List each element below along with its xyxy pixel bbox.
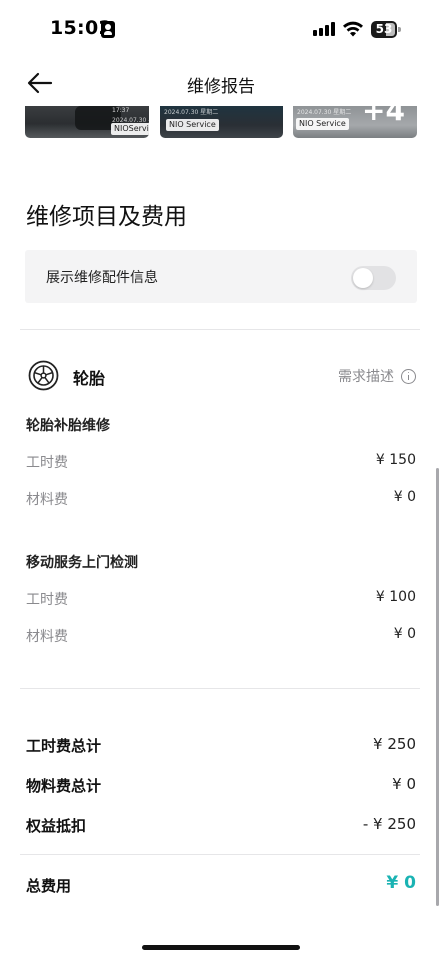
grand-total-label: 总费用 <box>26 877 72 895</box>
photo-thumbnail-strip: 17:37 2024.07.30 星期二 NIOService 2024.07.… <box>0 106 442 138</box>
thumbnail-date: 2024.07.30 星期二 <box>297 109 352 116</box>
toggle-knob <box>353 268 373 288</box>
thumbnail-badge: NIO Service <box>166 119 219 131</box>
contact-card-icon <box>101 21 115 38</box>
material-fee-label: 材料费 <box>26 629 68 645</box>
labor-total-label: 工时费总计 <box>26 737 102 755</box>
discount-label: 权益抵扣 <box>26 817 87 835</box>
labor-total-value: ¥ 250 <box>373 735 416 753</box>
grand-total-value: ¥ 0 <box>386 873 416 893</box>
thumbnail-date: 2024.07.30 星期二 <box>164 109 219 116</box>
category-title: 轮胎 <box>73 369 106 388</box>
demand-description-link[interactable]: 需求描述 <box>338 366 416 386</box>
repair-item-name: 移动服务上门检测 <box>26 555 138 571</box>
material-total-value: ¥ 0 <box>392 775 416 793</box>
info-icon <box>401 368 416 384</box>
material-fee-label: 材料费 <box>26 492 68 508</box>
photo-thumbnail[interactable]: 17:37 2024.07.30 星期二 NIOService <box>25 106 149 138</box>
discount-value: - ¥ 250 <box>362 815 416 833</box>
demand-description-label: 需求描述 <box>338 369 394 385</box>
page-title: 维修报告 <box>187 77 255 97</box>
material-total-label: 物料费总计 <box>26 777 102 795</box>
thumbnail-badge: NIOService <box>111 123 149 135</box>
section-title: 维修项目及费用 <box>26 204 187 230</box>
photo-thumbnail[interactable]: 2024.07.30 星期二 NIO Service +4 <box>293 106 417 138</box>
tire-icon <box>28 360 59 391</box>
wifi-icon <box>343 21 363 37</box>
more-photos-count: +4 <box>362 106 405 127</box>
divider <box>20 688 420 689</box>
cellular-signal-icon <box>313 22 337 36</box>
labor-fee-value: ¥ 100 <box>375 589 416 605</box>
battery-level: 53 <box>375 22 393 36</box>
thumbnail-time: 17:37 <box>112 107 130 114</box>
home-indicator[interactable] <box>142 945 300 950</box>
divider <box>20 329 420 330</box>
repair-item-name: 轮胎补胎维修 <box>26 418 110 434</box>
parts-info-toggle[interactable] <box>351 266 396 290</box>
labor-fee-label: 工时费 <box>26 592 68 608</box>
parts-info-toggle-row: 展示维修配件信息 <box>25 250 417 303</box>
nav-bar: 维修报告 <box>0 60 442 106</box>
material-fee-value: ¥ 0 <box>393 489 416 505</box>
battery-icon: 53 <box>371 21 401 38</box>
photo-thumbnail[interactable]: 2024.07.30 星期二 NIO Service <box>160 106 283 138</box>
scrollbar[interactable] <box>436 468 439 906</box>
thumbnail-badge: NIO Service <box>296 118 349 130</box>
toggle-label: 展示维修配件信息 <box>46 270 158 286</box>
labor-fee-label: 工时费 <box>26 455 68 471</box>
labor-fee-value: ¥ 150 <box>375 452 416 468</box>
material-fee-value: ¥ 0 <box>393 626 416 642</box>
divider <box>20 854 420 855</box>
status-bar: 15:02 53 <box>0 0 442 58</box>
